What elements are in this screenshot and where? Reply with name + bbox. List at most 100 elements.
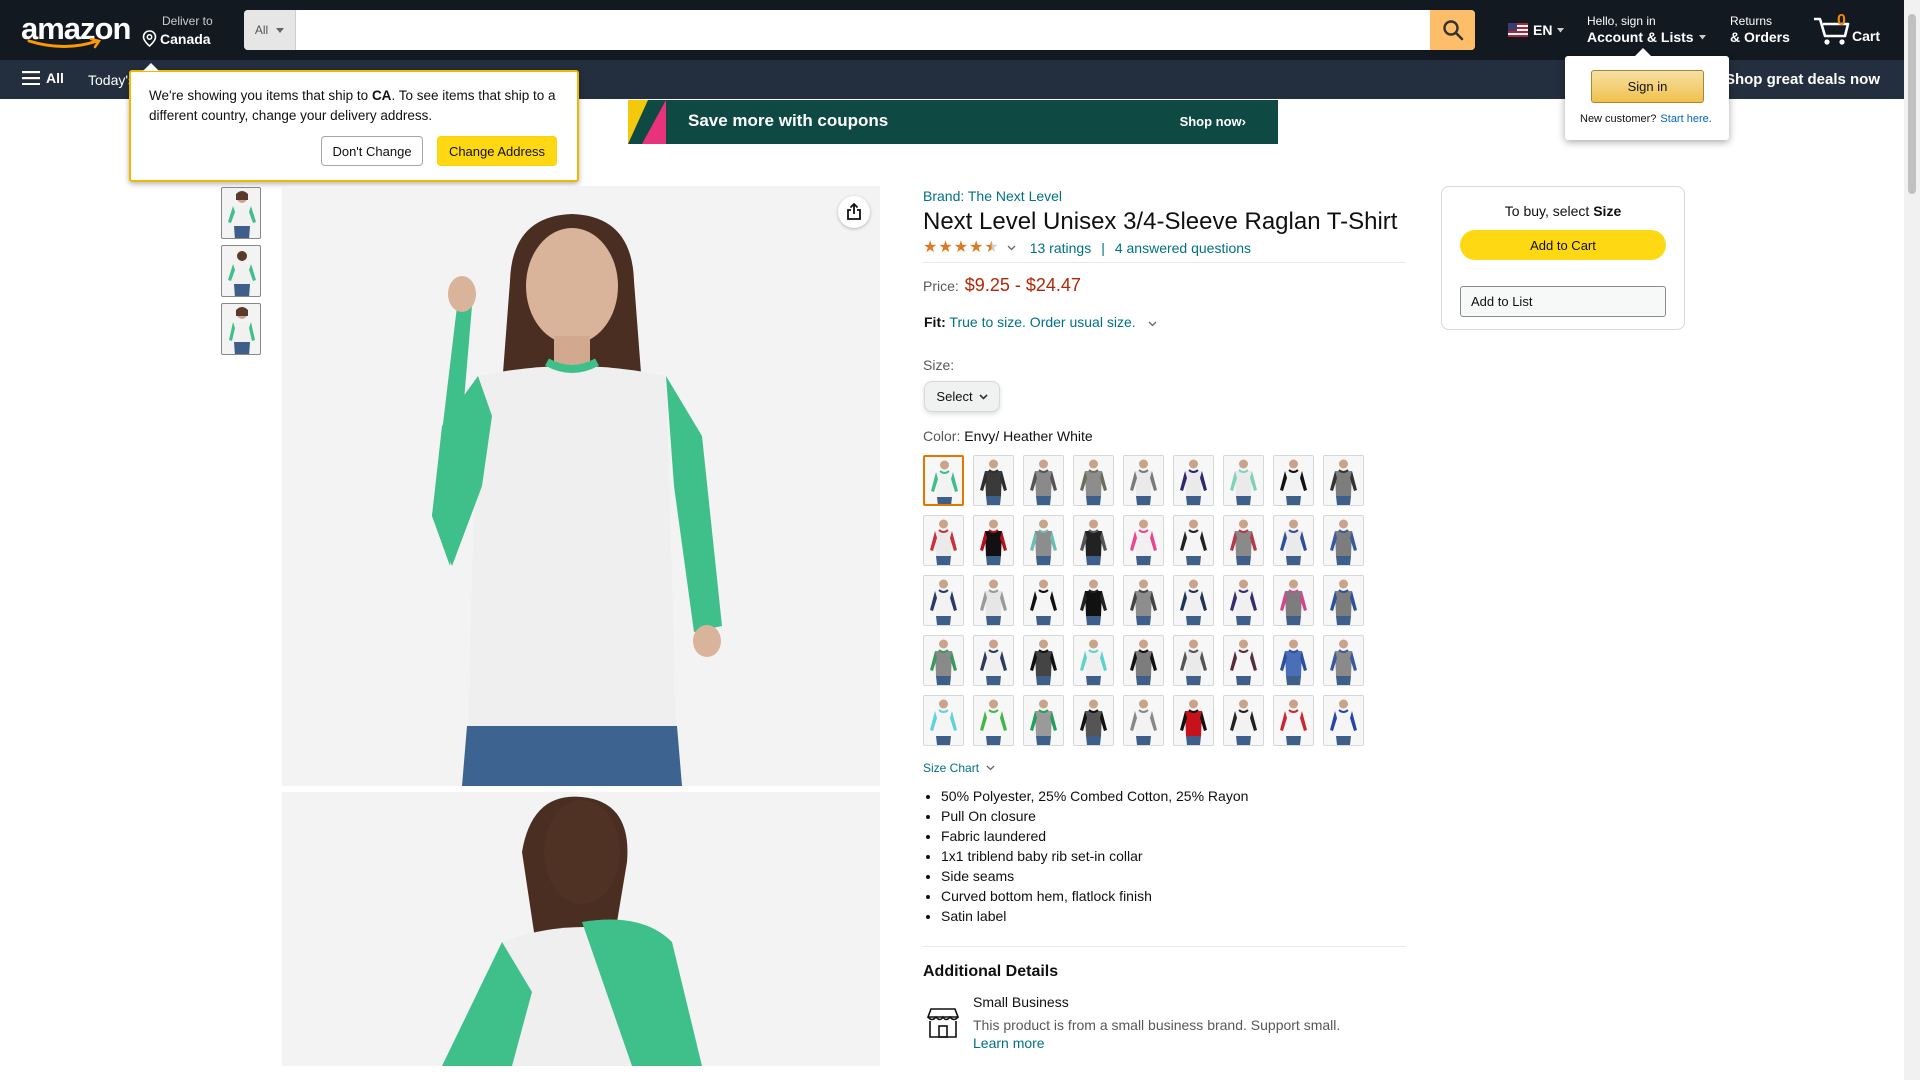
brand-link[interactable]: Brand: The Next Level: [923, 188, 1062, 204]
color-swatch[interactable]: [923, 455, 964, 506]
learn-more-link[interactable]: Learn more: [973, 1035, 1045, 1051]
color-swatch[interactable]: [973, 455, 1014, 506]
search-input[interactable]: [296, 10, 1430, 50]
color-swatch[interactable]: [1123, 695, 1164, 746]
banner-decoration: [642, 100, 666, 144]
ratings-count-link[interactable]: 13 ratings: [1030, 240, 1091, 256]
tshirt-swatch-image: [980, 459, 1007, 505]
search-category-dropdown[interactable]: All: [244, 10, 296, 50]
share-button[interactable]: [838, 196, 870, 228]
fit-info[interactable]: Fit: True to size. Order usual size.: [924, 314, 1157, 330]
shop-deals-link[interactable]: Shop great deals now: [1725, 71, 1880, 88]
color-swatch[interactable]: [1023, 695, 1064, 746]
color-swatch[interactable]: [1173, 695, 1214, 746]
search-button[interactable]: [1430, 10, 1475, 50]
color-swatch[interactable]: [973, 635, 1014, 686]
color-swatch[interactable]: [923, 635, 964, 686]
dont-change-button[interactable]: Don't Change: [321, 136, 423, 166]
logo-smile-icon: [27, 38, 102, 49]
deliver-to-location[interactable]: Deliver to Canada: [142, 14, 213, 47]
color-swatch[interactable]: [1273, 455, 1314, 506]
color-swatch[interactable]: [1273, 515, 1314, 566]
color-swatch[interactable]: [1223, 635, 1264, 686]
sign-in-button[interactable]: Sign in: [1591, 70, 1704, 103]
color-swatch[interactable]: [1023, 575, 1064, 626]
tshirt-swatch-image: [1230, 459, 1257, 505]
chevron-down-icon: [276, 27, 285, 33]
color-swatch[interactable]: [1073, 695, 1114, 746]
chevron-down-icon[interactable]: [1007, 245, 1016, 251]
rating-separator: |: [1101, 240, 1105, 256]
search-category-label: All: [254, 23, 269, 37]
feature-bullet: 50% Polyester, 25% Combed Cotton, 25% Ra…: [941, 786, 1248, 806]
color-swatch[interactable]: [1023, 515, 1064, 566]
color-swatch[interactable]: [1173, 515, 1214, 566]
tshirt-swatch-image: [1230, 519, 1257, 565]
color-swatch[interactable]: [1073, 455, 1114, 506]
tshirt-model-image: [228, 251, 256, 296]
color-swatch[interactable]: [1273, 635, 1314, 686]
todays-deals-link[interactable]: Today's: [88, 72, 135, 88]
color-swatch[interactable]: [923, 575, 964, 626]
color-swatch[interactable]: [1023, 455, 1064, 506]
color-swatch[interactable]: [973, 695, 1014, 746]
star-rating[interactable]: ★ ★ ★ ★ ★: [923, 240, 999, 256]
color-swatch[interactable]: [1323, 575, 1364, 626]
color-swatch[interactable]: [1223, 515, 1264, 566]
secondary-product-image[interactable]: [282, 792, 880, 1066]
returns-and-orders[interactable]: Returns & Orders: [1730, 14, 1790, 45]
color-swatch[interactable]: [1323, 515, 1364, 566]
thumbnail-image[interactable]: [221, 245, 261, 297]
thumbnail-image[interactable]: [221, 187, 261, 239]
banner-shop-now[interactable]: Shop now›: [1180, 114, 1246, 129]
account-and-lists[interactable]: Hello, sign in Account & Lists: [1587, 14, 1706, 45]
add-to-list-button[interactable]: Add to List: [1460, 286, 1666, 317]
color-swatch[interactable]: [1023, 635, 1064, 686]
color-swatch[interactable]: [1123, 515, 1164, 566]
price-row: Price: $9.25 - $24.47: [923, 275, 1081, 296]
color-swatch[interactable]: [1173, 455, 1214, 506]
page-scrollbar[interactable]: [1904, 0, 1920, 1080]
color-swatch[interactable]: [1323, 635, 1364, 686]
top-nav-bar: amazon Deliver to Canada All EN Hello, s…: [0, 0, 1904, 60]
color-swatch[interactable]: [1223, 695, 1264, 746]
color-swatch[interactable]: [923, 515, 964, 566]
color-swatch[interactable]: [1123, 635, 1164, 686]
language-selector[interactable]: EN: [1508, 22, 1565, 38]
amazon-logo[interactable]: amazon: [21, 13, 131, 49]
color-swatch[interactable]: [1323, 455, 1364, 506]
color-swatch[interactable]: [1223, 455, 1264, 506]
change-address-button[interactable]: Change Address: [437, 136, 557, 166]
color-swatch[interactable]: [1273, 695, 1314, 746]
color-swatch[interactable]: [973, 575, 1014, 626]
price-range: $9.25 - $24.47: [964, 275, 1081, 295]
color-swatch[interactable]: [1323, 695, 1364, 746]
color-swatch[interactable]: [1223, 575, 1264, 626]
color-swatch[interactable]: [1123, 455, 1164, 506]
start-here-link[interactable]: Start here.: [1660, 113, 1711, 125]
buy-box: To buy, select Size Add to Cart Add to L…: [1441, 186, 1685, 330]
color-swatch[interactable]: [1173, 635, 1214, 686]
color-swatch[interactable]: [1073, 575, 1114, 626]
color-swatch[interactable]: [1073, 515, 1114, 566]
tshirt-swatch-image: [1080, 459, 1107, 505]
color-swatch[interactable]: [973, 515, 1014, 566]
add-to-cart-button[interactable]: Add to Cart: [1460, 230, 1666, 260]
color-swatch[interactable]: [1073, 635, 1114, 686]
size-dropdown[interactable]: Select: [924, 381, 1000, 412]
cart-count: 0: [1837, 12, 1846, 29]
popover-caret: [143, 63, 159, 71]
scrollbar-thumb[interactable]: [1908, 14, 1916, 194]
thumbnail-image[interactable]: [221, 303, 261, 355]
tshirt-swatch-image: [1030, 459, 1057, 505]
color-swatch[interactable]: [1123, 575, 1164, 626]
coupons-banner[interactable]: Save more with coupons Shop now›: [628, 100, 1278, 144]
all-menu-button[interactable]: All: [22, 70, 64, 86]
color-swatch[interactable]: [1273, 575, 1314, 626]
main-product-image[interactable]: [282, 186, 880, 786]
color-swatch[interactable]: [1173, 575, 1214, 626]
cart-button[interactable]: 0 Cart: [1813, 10, 1885, 50]
answered-questions-link[interactable]: 4 answered questions: [1115, 240, 1251, 256]
color-swatch[interactable]: [923, 695, 964, 746]
size-chart-link[interactable]: Size Chart: [923, 761, 995, 775]
